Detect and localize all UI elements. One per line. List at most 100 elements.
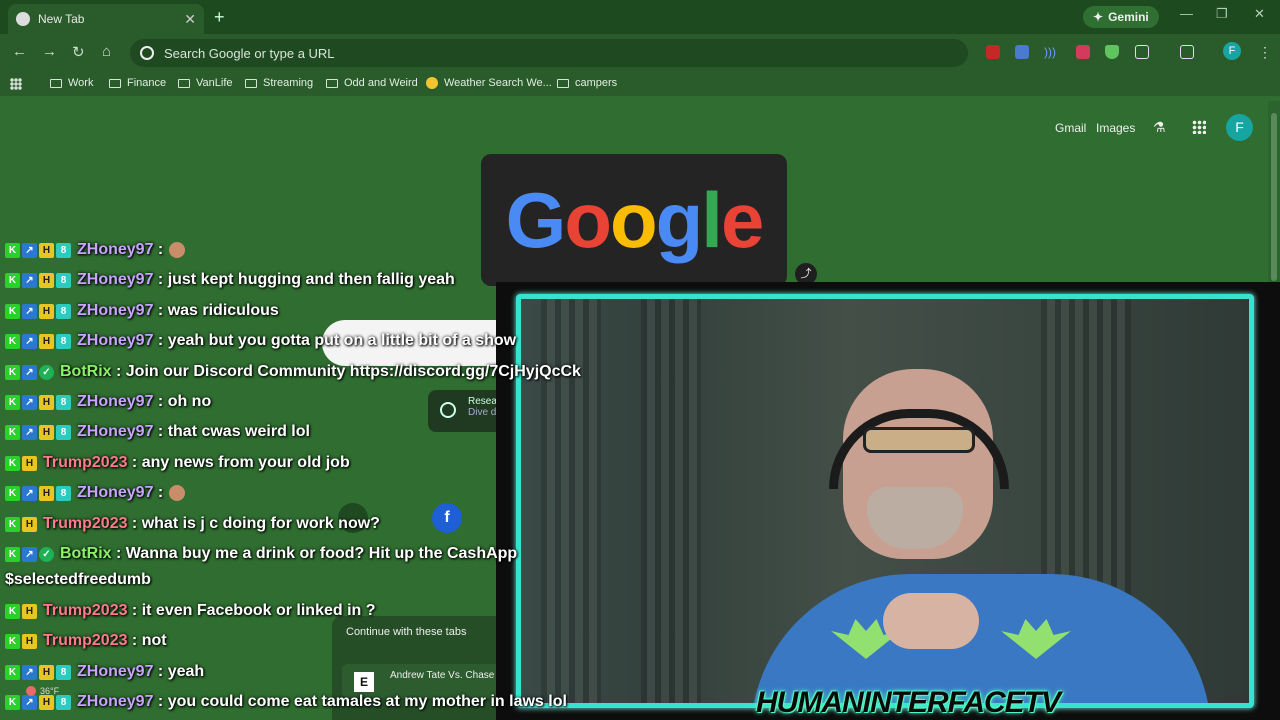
chat-message: K H Trump2023 : what is j c doing for work… <box>5 515 380 533</box>
home-icon[interactable]: ⌂ <box>102 43 111 60</box>
page-scrollbar[interactable] <box>1268 101 1280 287</box>
badge-icon: ✓ <box>39 546 54 562</box>
chat-message: K ↗ H 8 ZHoney97 : just kept hugging and the… <box>5 271 455 289</box>
chat-text: : Wanna buy me a drink or food? Hit up t… <box>111 545 518 562</box>
badge-icon: H <box>39 242 54 258</box>
gmail-link[interactable]: Gmail <box>1055 121 1086 135</box>
webcam-overlay <box>496 282 1280 720</box>
chat-username: Trump2023 <box>43 632 128 649</box>
chat-text: : you could come eat tamales at my mothe… <box>153 693 567 710</box>
chat-username: Trump2023 <box>43 602 128 619</box>
bookmark-finance[interactable]: Finance <box>109 77 166 89</box>
facebook-icon[interactable]: f <box>432 503 462 533</box>
window-close-icon[interactable]: ✕ <box>1254 6 1265 22</box>
wave-icon[interactable]: ))) <box>1044 45 1058 59</box>
back-icon[interactable]: ← <box>12 43 27 60</box>
folder-icon <box>326 78 338 88</box>
chat-text: : yeah <box>153 663 205 680</box>
chat-text: : yeah but you gotta put on a little bit… <box>153 332 517 349</box>
reload-icon[interactable]: ↻ <box>72 43 85 61</box>
scrollbar-thumb[interactable] <box>1271 113 1277 281</box>
badge-icon: 8 <box>56 694 71 710</box>
extension-icon-pink[interactable] <box>1076 45 1090 59</box>
bookmark-odd-and-weird[interactable]: Odd and Weird <box>326 77 418 89</box>
bookmark-work[interactable]: Work <box>50 77 93 89</box>
doodle-logo: Google <box>505 175 765 264</box>
restore-icon[interactable]: ❐ <box>1216 6 1228 22</box>
translate-icon[interactable] <box>1015 45 1029 59</box>
favicon: E <box>354 672 374 692</box>
webcam-frame <box>516 294 1254 708</box>
forward-icon[interactable]: → <box>42 43 57 60</box>
google-apps-icon[interactable] <box>1192 120 1206 134</box>
chat-text: : just kept hugging and then fallig yeah <box>153 271 455 288</box>
channel-watermark: HUMANINTERFACETV <box>756 686 1061 719</box>
badge-icon: H <box>22 603 37 619</box>
badge-icon: K <box>5 272 20 288</box>
extension-icon-red[interactable] <box>986 45 1000 59</box>
chat-text: : Join our Discord Community https://dis… <box>111 363 581 380</box>
user-badges: K ↗ ✓ <box>5 546 54 562</box>
sparkle-icon: ✦ <box>1093 10 1104 24</box>
badge-icon: H <box>39 333 54 349</box>
badge-icon: K <box>5 546 20 562</box>
taskbar-weather[interactable]: 36°F <box>26 686 59 696</box>
chat-message: K H Trump2023 : any news from your old job <box>5 454 350 472</box>
labs-flask-icon[interactable]: ⚗ <box>1153 119 1166 136</box>
tab-search-icon[interactable] <box>1180 45 1194 59</box>
badge-icon: K <box>5 303 20 319</box>
address-bar[interactable]: Search Google or type a URL <box>130 39 968 67</box>
chat-message: K ↗ H 8 ZHoney97 : <box>5 241 186 259</box>
badge-icon: K <box>5 485 20 501</box>
badge-icon: K <box>5 664 20 680</box>
apps-icon[interactable] <box>10 78 22 90</box>
badge-icon: 8 <box>56 303 71 319</box>
badge-icon: 8 <box>56 664 71 680</box>
chat-username: Trump2023 <box>43 515 128 532</box>
weather-icon <box>26 686 36 696</box>
badge-icon: H <box>39 664 54 680</box>
folder-icon <box>178 78 190 88</box>
chat-text: : it even Facebook or linked in ? <box>127 602 376 619</box>
chat-message: K ↗ ✓ BotRix : Join our Discord Community h… <box>5 363 581 381</box>
badge-icon: K <box>5 455 20 471</box>
chat-message: K ↗ H 8 ZHoney97 : that cwas weird lol <box>5 423 310 441</box>
screen: New Tab ✕ + ✦ Gemini — ❐ ✕ ← → ↻ ⌂ Searc… <box>0 0 1280 720</box>
new-tab-button[interactable]: + <box>214 7 225 28</box>
close-icon[interactable]: ✕ <box>184 11 196 28</box>
menu-icon[interactable]: ⋮ <box>1258 44 1272 61</box>
user-badges: K ↗ H 8 <box>5 424 71 440</box>
badge-icon: H <box>22 516 37 532</box>
bookmark-weather[interactable]: Weather Search We... <box>426 77 552 89</box>
user-badges: K ↗ H 8 <box>5 485 71 501</box>
toolbar: ← → ↻ ⌂ Search Google or type a URL ))) … <box>0 34 1280 72</box>
badge-icon: ↗ <box>22 546 37 562</box>
shield-icon[interactable] <box>1105 45 1119 59</box>
tab-title: New Tab <box>38 12 85 26</box>
folder-icon <box>50 78 62 88</box>
badge-icon: K <box>5 333 20 349</box>
bookmark-streaming[interactable]: Streaming <box>245 77 313 89</box>
chat-message: K ↗ H 8 ZHoney97 : <box>5 484 186 502</box>
user-badges: K ↗ ✓ <box>5 364 54 380</box>
images-link[interactable]: Images <box>1096 121 1135 135</box>
user-badges: K ↗ H 8 <box>5 242 71 258</box>
user-badges: K ↗ H 8 <box>5 664 71 680</box>
tab-new-tab[interactable]: New Tab ✕ <box>8 4 204 34</box>
research-chip[interactable]: Resea Dive d <box>428 390 500 432</box>
bookmark-vanlife[interactable]: VanLife <box>178 77 233 89</box>
chat-text: : <box>153 241 164 258</box>
chat-username: ZHoney97 <box>77 302 154 319</box>
bookmark-campers[interactable]: campers <box>557 77 617 89</box>
curtain <box>641 299 701 703</box>
account-avatar[interactable]: F <box>1226 114 1253 141</box>
minimize-icon[interactable]: — <box>1180 6 1193 21</box>
badge-icon: K <box>5 603 20 619</box>
chat-username: ZHoney97 <box>77 332 154 349</box>
profile-avatar[interactable]: F <box>1223 42 1241 60</box>
emote-icon <box>169 485 186 501</box>
gemini-button[interactable]: ✦ Gemini <box>1083 6 1159 28</box>
google-doodle[interactable]: Google <box>481 154 787 286</box>
puzzle-icon[interactable] <box>1135 45 1149 59</box>
user-badges: K ↗ H 8 <box>5 394 71 410</box>
